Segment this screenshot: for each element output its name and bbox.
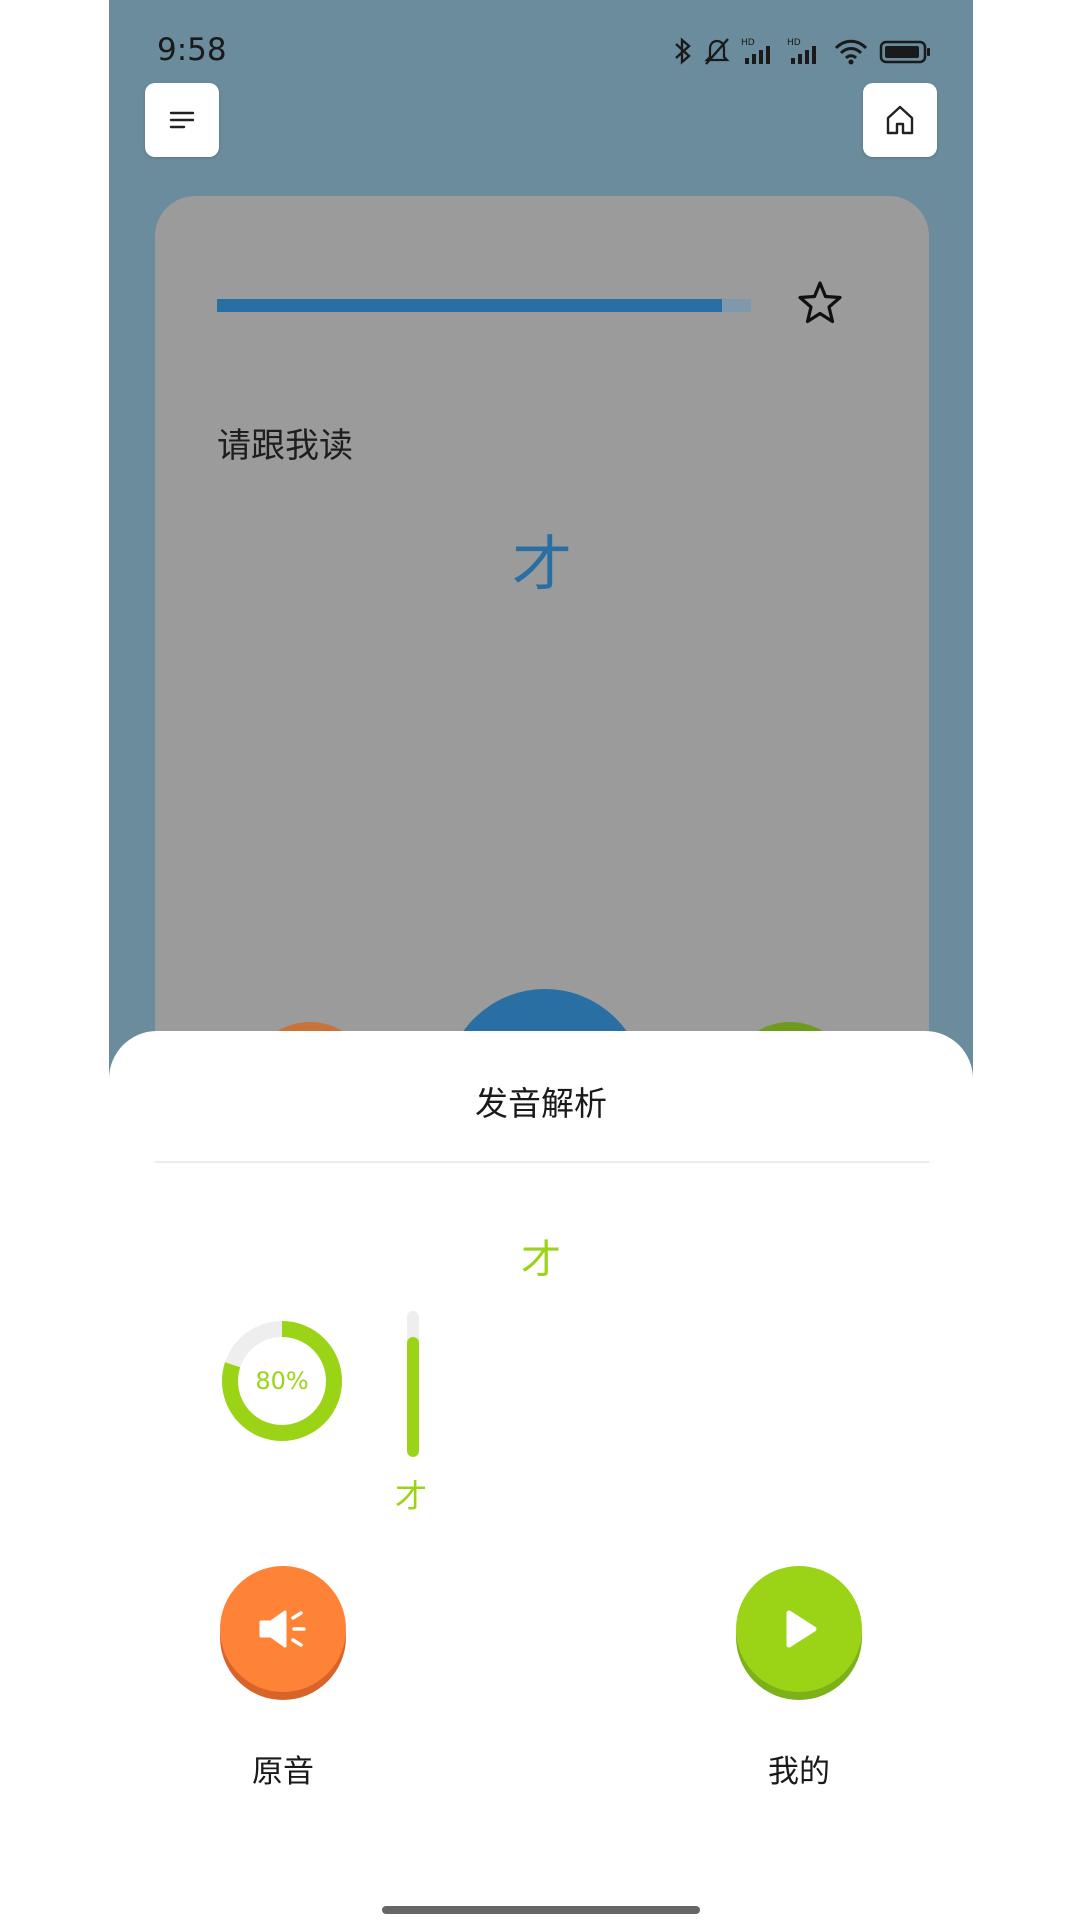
bluetooth-icon: [675, 37, 691, 65]
original-audio-button[interactable]: [220, 1566, 346, 1692]
home-indicator[interactable]: [382, 1906, 700, 1914]
status-icons: HD HD: [673, 34, 933, 68]
char-score-label: 才: [394, 1477, 427, 1515]
menu-icon: [169, 111, 195, 129]
play-icon: [786, 1610, 817, 1648]
speaker-icon: [259, 1610, 306, 1648]
star-outline-icon[interactable]: [795, 278, 845, 328]
divider: [155, 1161, 929, 1163]
home-icon: [886, 105, 914, 135]
original-audio-label: 原音: [252, 1754, 314, 1790]
status-time: 9:58: [157, 32, 227, 68]
app-screen: 9:58 HD HD 请跟我读 才 发音解析 才 80% 才 原音 我的: [109, 0, 973, 1920]
svg-text:HD: HD: [741, 38, 755, 48]
my-recording-button[interactable]: [736, 1566, 862, 1692]
svg-text:HD: HD: [787, 38, 801, 48]
battery-icon: [879, 40, 930, 64]
char-score-bar-fill: [407, 1337, 419, 1457]
progress-bar-fill: [217, 299, 722, 312]
signal-hd-icon: HD: [741, 38, 770, 64]
my-recording-label: 我的: [768, 1754, 830, 1790]
target-character: 才: [512, 530, 572, 600]
progress-bar: [217, 299, 751, 312]
instruction-text: 请跟我读: [217, 426, 353, 466]
home-button[interactable]: [863, 83, 937, 157]
mute-icon: [704, 38, 730, 65]
score-percent: 80%: [255, 1367, 309, 1395]
char-score-bar: [407, 1311, 419, 1457]
signal-hd-icon: HD: [787, 38, 816, 64]
menu-button[interactable]: [145, 83, 219, 157]
wifi-icon: [834, 39, 868, 65]
sheet-title: 发音解析: [475, 1084, 607, 1123]
analysis-character: 才: [521, 1237, 561, 1283]
pronunciation-analysis-sheet: 发音解析 才 80% 才 原音 我的: [109, 1031, 973, 1920]
